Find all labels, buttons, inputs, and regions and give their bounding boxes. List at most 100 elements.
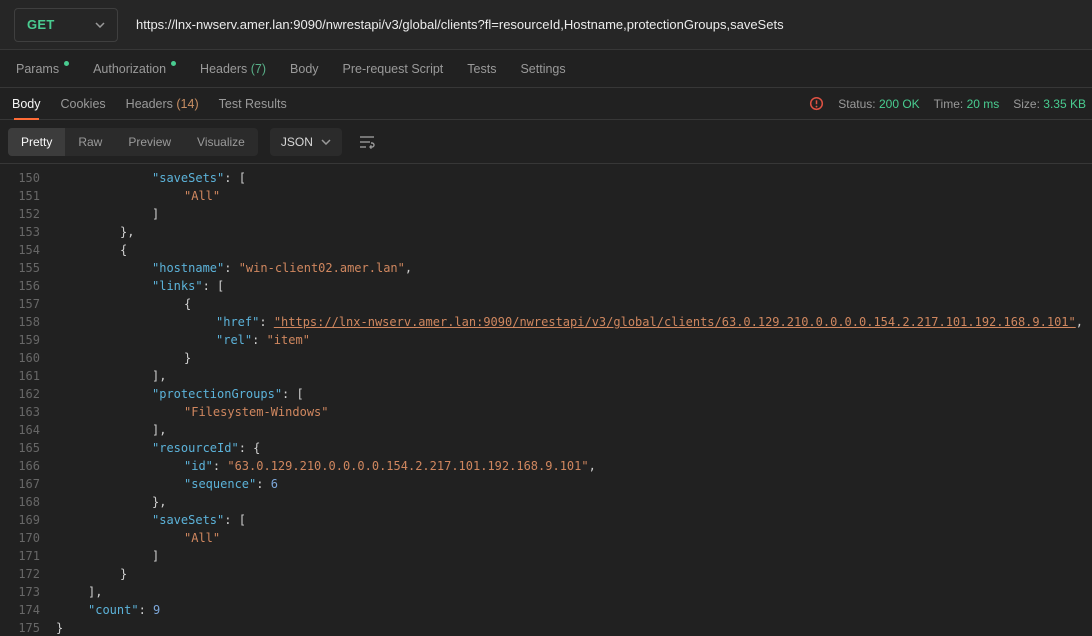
response-tab-test-results[interactable]: Test Results	[209, 89, 297, 119]
warning-icon[interactable]	[809, 96, 824, 111]
code-content: "count": 9	[40, 601, 160, 619]
request-tab-settings[interactable]: Settings	[508, 53, 577, 85]
code-token: "saveSets"	[152, 513, 224, 527]
code-token: "hostname"	[152, 261, 224, 275]
line-number: 155	[0, 259, 40, 277]
code-token: {	[184, 297, 191, 311]
code-content: "links": [	[40, 277, 224, 295]
code-token: : [	[224, 513, 246, 527]
code-content: "href": "https://lnx-nwserv.amer.lan:909…	[40, 313, 1083, 331]
green-dot	[64, 61, 69, 66]
wrap-text-icon[interactable]	[354, 129, 380, 155]
tab-count: (14)	[173, 97, 199, 111]
code-token: },	[120, 225, 134, 239]
code-line: 155"hostname": "win-client02.amer.lan",	[0, 259, 1092, 277]
request-tab-tests[interactable]: Tests	[455, 53, 508, 85]
code-line: 153},	[0, 223, 1092, 241]
code-token: "item"	[267, 333, 310, 347]
line-number: 175	[0, 619, 40, 636]
request-tab-params[interactable]: Params	[4, 52, 81, 85]
code-line: 163"Filesystem-Windows"	[0, 403, 1092, 421]
tab-label: Test Results	[219, 97, 287, 111]
code-content: ]	[40, 547, 159, 565]
code-token: "id"	[184, 459, 213, 473]
request-tab-body[interactable]: Body	[278, 53, 331, 85]
code-token: 6	[271, 477, 278, 491]
href-link[interactable]: "https://lnx-nwserv.amer.lan:9090/nwrest…	[274, 315, 1076, 329]
code-token: ]	[152, 549, 159, 563]
response-tab-cookies[interactable]: Cookies	[51, 89, 116, 119]
view-tab-raw[interactable]: Raw	[65, 128, 115, 156]
code-token: "count"	[88, 603, 139, 617]
tab-label: Body	[290, 62, 319, 76]
view-tab-pretty[interactable]: Pretty	[8, 128, 65, 156]
code-token: "href"	[216, 315, 259, 329]
request-tab-pre-request-script[interactable]: Pre-request Script	[331, 53, 456, 85]
code-line: 168},	[0, 493, 1092, 511]
response-tab-body[interactable]: Body	[2, 89, 51, 119]
tab-count: (7)	[247, 62, 266, 76]
code-token: ,	[405, 261, 412, 275]
code-token: :	[213, 459, 227, 473]
code-token: : [	[282, 387, 304, 401]
code-token: :	[259, 315, 273, 329]
tab-label: Authorization	[93, 62, 166, 76]
code-token: "sequence"	[184, 477, 256, 491]
code-line: 154{	[0, 241, 1092, 259]
code-line: 164],	[0, 421, 1092, 439]
view-tab-preview[interactable]: Preview	[115, 128, 184, 156]
line-number: 172	[0, 565, 40, 583]
code-content: "protectionGroups": [	[40, 385, 304, 403]
line-number: 159	[0, 331, 40, 349]
code-token: 9	[153, 603, 160, 617]
line-number: 152	[0, 205, 40, 223]
code-content: ],	[40, 583, 102, 601]
code-content: "All"	[40, 187, 220, 205]
status-value: 200 OK	[879, 97, 920, 111]
request-tab-headers[interactable]: Headers (7)	[188, 53, 278, 85]
request-tab-authorization[interactable]: Authorization	[81, 52, 188, 85]
code-lines: 150"saveSets": [151"All"152]153},154{155…	[0, 169, 1092, 636]
line-number: 171	[0, 547, 40, 565]
code-content: ],	[40, 421, 166, 439]
code-token: "All"	[184, 531, 220, 545]
response-tab-headers[interactable]: Headers (14)	[116, 89, 209, 119]
line-number: 164	[0, 421, 40, 439]
green-dot	[171, 61, 176, 66]
time-meta: Time: 20 ms	[934, 97, 1000, 111]
line-number: 158	[0, 313, 40, 331]
format-dropdown[interactable]: JSON	[270, 128, 342, 156]
tab-label: Headers	[126, 97, 173, 111]
line-number: 156	[0, 277, 40, 295]
line-number: 150	[0, 169, 40, 187]
code-token: "links"	[152, 279, 203, 293]
tab-label: Headers	[200, 62, 247, 76]
line-number: 170	[0, 529, 40, 547]
line-number: 160	[0, 349, 40, 367]
code-token: ],	[88, 585, 102, 599]
method-label: GET	[27, 17, 55, 32]
response-body: 150"saveSets": [151"All"152]153},154{155…	[0, 164, 1092, 636]
code-token: ,	[1076, 315, 1083, 329]
code-content: "saveSets": [	[40, 511, 246, 529]
method-dropdown[interactable]: GET	[14, 8, 118, 42]
line-number: 165	[0, 439, 40, 457]
code-content: ]	[40, 205, 159, 223]
tab-label: Tests	[467, 62, 496, 76]
code-token: :	[224, 261, 238, 275]
code-line: 167"sequence": 6	[0, 475, 1092, 493]
code-token: : [	[203, 279, 225, 293]
code-line: 173],	[0, 583, 1092, 601]
line-number: 157	[0, 295, 40, 313]
code-line: 169"saveSets": [	[0, 511, 1092, 529]
code-line: 151"All"	[0, 187, 1092, 205]
line-number: 151	[0, 187, 40, 205]
url-input[interactable]	[136, 0, 1078, 49]
code-content: "id": "63.0.129.210.0.0.0.0.154.2.217.10…	[40, 457, 596, 475]
view-tab-visualize[interactable]: Visualize	[184, 128, 258, 156]
code-line: 174"count": 9	[0, 601, 1092, 619]
code-token: "saveSets"	[152, 171, 224, 185]
line-number: 174	[0, 601, 40, 619]
code-line: 166"id": "63.0.129.210.0.0.0.0.154.2.217…	[0, 457, 1092, 475]
code-content: "rel": "item"	[40, 331, 310, 349]
